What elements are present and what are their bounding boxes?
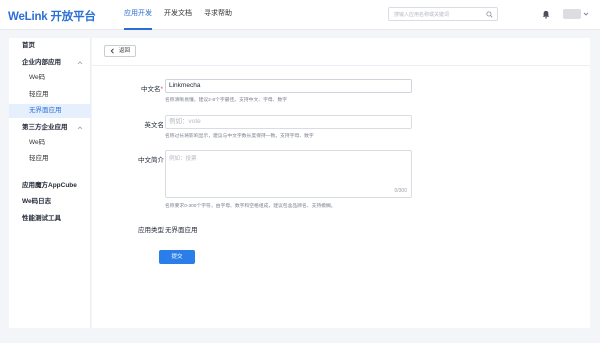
search-placeholder: 搜输入应用名称或关键词	[394, 12, 450, 18]
search-icon[interactable]	[486, 11, 493, 18]
char-counter: 0/300	[394, 188, 407, 194]
sidebar-item-headless-app[interactable]: 无界面应用	[9, 104, 91, 118]
sidebar: 首页 企业内部应用 We码 轻应用 无界面应用 第三方企业应用 We码 轻应用 …	[9, 38, 91, 328]
required-mark: *	[160, 86, 163, 93]
cn-desc-placeholder: 例如：投票	[169, 156, 197, 162]
sidebar-item-we-code-log[interactable]: We码日志	[9, 195, 91, 209]
en-name-hint: 名称过长将影响显示，建议与中文字数长度保持一致。支持字母、数字	[165, 134, 314, 139]
cn-name-label: 中文名*	[140, 86, 163, 93]
nav-help[interactable]: 寻求帮助	[204, 0, 232, 30]
avatar[interactable]	[563, 9, 581, 19]
sidebar-item-appcube[interactable]: 应用魔方AppCube	[9, 179, 91, 193]
chevron-left-icon	[110, 48, 114, 54]
sidebar-item-label: 企业内部应用	[22, 59, 61, 66]
sidebar-item-third-we-code[interactable]: We码	[9, 136, 91, 150]
cn-name-hint: 名称清晰易懂，建议2-8个字最佳。支持中文、字母、数字	[165, 98, 288, 103]
sidebar-item-home[interactable]: 首页	[9, 39, 91, 53]
nav-app-dev[interactable]: 应用开发	[124, 0, 152, 30]
back-label: 返回	[118, 48, 130, 54]
top-bar: WeLink 开放平台 应用开发 开发文档 寻求帮助 搜输入应用名称或关键词	[0, 0, 600, 30]
cn-name-field[interactable]: Linkmecha	[165, 79, 412, 93]
cn-desc-label: 中文简介	[138, 157, 164, 164]
chevron-down-icon[interactable]	[583, 11, 589, 17]
en-name-label: 英文名	[144, 122, 165, 129]
sidebar-item-we-code[interactable]: We码	[9, 71, 91, 85]
sidebar-item-third-light-app[interactable]: 轻应用	[9, 152, 91, 166]
divider	[92, 65, 590, 66]
en-name-placeholder: 例如：vote	[169, 118, 201, 125]
sidebar-item-light-app[interactable]: 轻应用	[9, 88, 91, 102]
app-type-label: 应用类型	[138, 227, 164, 234]
chevron-up-icon	[77, 126, 83, 130]
sidebar-item-internal-apps[interactable]: 企业内部应用	[9, 56, 91, 70]
sidebar-item-perf-test[interactable]: 性能测试工具	[9, 212, 91, 226]
sidebar-item-third-party-apps[interactable]: 第三方企业应用	[9, 121, 91, 135]
search-input[interactable]: 搜输入应用名称或关键词	[388, 7, 498, 21]
logo-main: WeLink	[8, 11, 48, 23]
main-panel: 返回 中文名* Linkmecha 名称清晰易懂，建议2-8个字最佳。支持中文、…	[92, 38, 590, 328]
back-button[interactable]: 返回	[104, 45, 136, 57]
sidebar-item-label: 第三方企业应用	[22, 124, 68, 131]
bell-icon[interactable]	[542, 10, 550, 19]
submit-button[interactable]: 提交	[159, 250, 195, 264]
app-type-value: 无界面应用	[165, 227, 198, 234]
chevron-up-icon	[77, 61, 83, 65]
logo[interactable]: WeLink 开放平台	[8, 8, 96, 24]
nav-dev-docs[interactable]: 开发文档	[164, 0, 192, 30]
cn-desc-textarea[interactable]: 例如：投票 0/300	[165, 150, 412, 198]
logo-sub: 开放平台	[50, 11, 96, 23]
cn-desc-hint: 名称要求0-300个字符，由字母、数字和空格组成，建议包含品牌名、支持模糊。	[165, 204, 336, 209]
en-name-field[interactable]: 例如：vote	[165, 115, 412, 129]
